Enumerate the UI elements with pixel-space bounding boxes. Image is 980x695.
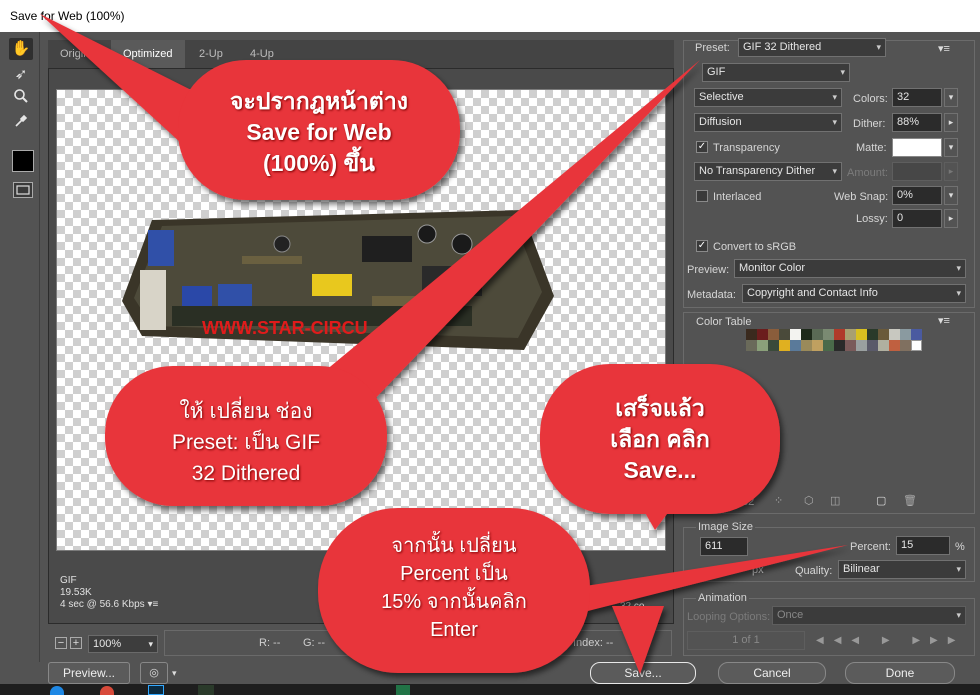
callout-3-line-2: เลือก คลิก — [610, 426, 710, 452]
callout-2-line-1: ให้ เปลี่ยน ช่อง — [179, 400, 313, 423]
callout-2-line-3: 32 Dithered — [191, 462, 301, 485]
callout-4-pointer-save — [612, 606, 664, 674]
callout-2-text: ให้ เปลี่ยน ช่อง Preset: เป็น GIF 32 Dit… — [105, 396, 387, 489]
callout-4-line-3: 15% จากนั้นคลิก — [381, 591, 527, 613]
callout-1-line-3: (100%) ขึ้น — [263, 150, 375, 176]
callout-4-line-1: จากนั้น เปลี่ยน — [391, 535, 517, 557]
callout-3-text: เสร็จแล้ว เลือก คลิก Save... — [540, 393, 780, 486]
callout-4-line-2: Percent เป็น — [400, 563, 508, 585]
callout-4-line-4: Enter — [430, 619, 478, 641]
callout-3-line-3: Save... — [623, 457, 697, 483]
callout-1-line-2: Save for Web — [246, 119, 392, 145]
callout-1-text: จะปรากฎหน้าต่าง Save for Web (100%) ขึ้น — [178, 86, 460, 179]
callout-2-line-2: Preset: เป็น GIF — [171, 431, 321, 454]
callout-4-pointer — [560, 545, 848, 618]
callout-4-text: จากนั้น เปลี่ยน Percent เป็น 15% จากนั้น… — [318, 532, 590, 644]
callout-3-line-1: เสร็จแล้ว — [615, 395, 705, 421]
callout-1-line-1: จะปรากฎหน้าต่าง — [230, 88, 408, 114]
